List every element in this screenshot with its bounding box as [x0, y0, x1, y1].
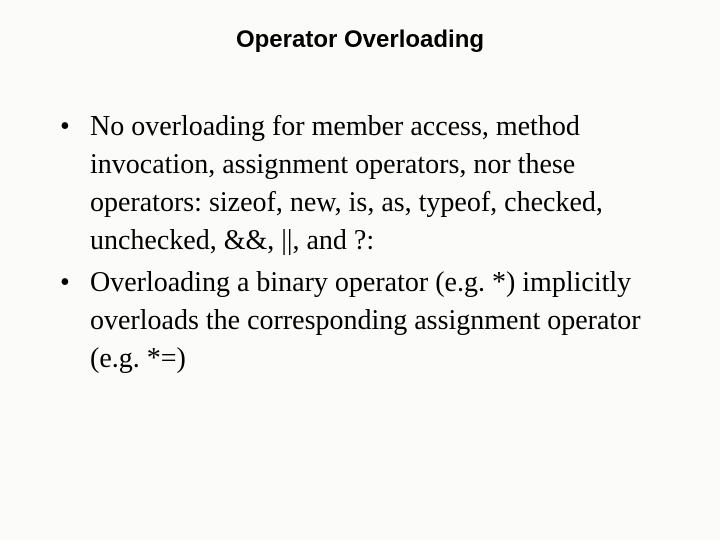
slide-title: Operator Overloading [0, 26, 720, 54]
bullet-icon: • [60, 264, 90, 302]
bullet-icon: • [60, 108, 90, 146]
list-item: • Overloading a binary operator (e.g. *)… [60, 264, 670, 378]
slide: Operator Overloading • No overloading fo… [0, 0, 720, 540]
bullet-text: No overloading for member access, method… [90, 108, 670, 260]
list-item: • No overloading for member access, meth… [60, 108, 670, 260]
bullet-text: Overloading a binary operator (e.g. *) i… [90, 264, 670, 378]
slide-body: • No overloading for member access, meth… [60, 108, 670, 382]
